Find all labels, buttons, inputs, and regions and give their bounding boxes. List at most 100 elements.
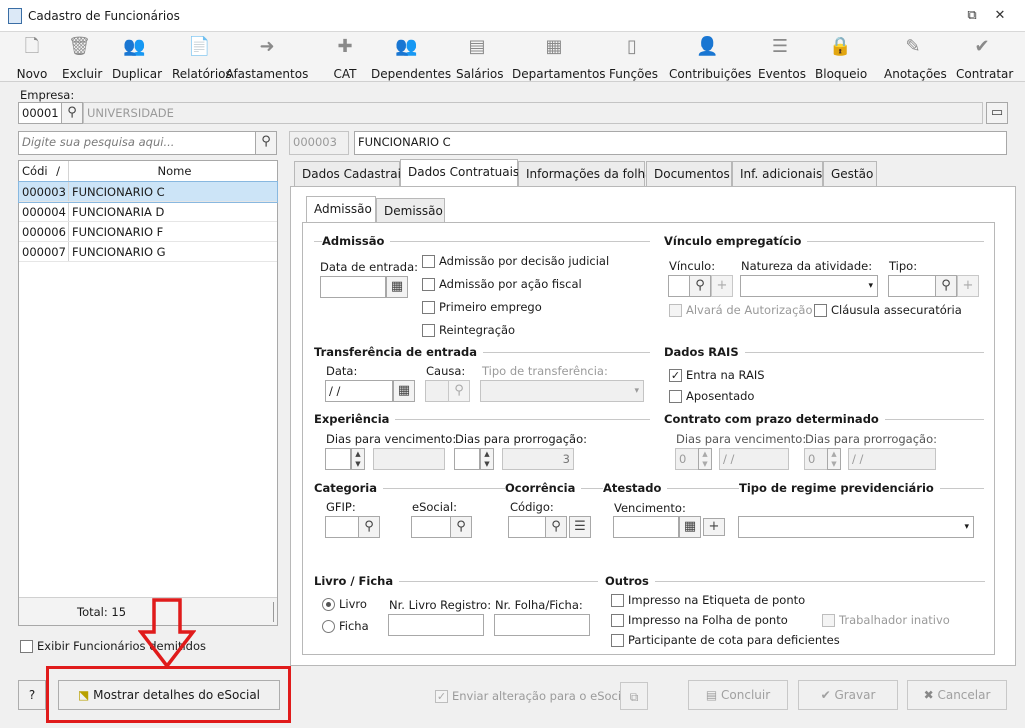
exp-prorr-spin[interactable] [454, 448, 480, 470]
check-icon: ✔ [820, 688, 831, 702]
empresa-code-field[interactable]: 00001 [18, 102, 62, 124]
others-checkbox-label: Participante de cota para deficientes [628, 633, 840, 647]
search-input[interactable]: Digite sua pesquisa aqui... [18, 131, 256, 155]
aposentado-checkbox[interactable]: Aposentado [669, 389, 754, 403]
certificate-expiry-label: Vencimento: [614, 501, 686, 515]
ficha-radio[interactable]: Ficha [322, 619, 369, 633]
transfer-date-calendar-button[interactable]: ▦ [393, 380, 415, 402]
natureza-label: Natureza da atividade: [741, 259, 873, 273]
sheet-number-input[interactable] [494, 614, 590, 636]
toolbar-button-eventos[interactable]: ☰ Eventos [758, 34, 806, 81]
column-header-code[interactable]: Códi / [19, 161, 69, 181]
toolbar-button-bloqueio[interactable]: 🔒 Bloqueio [815, 34, 867, 81]
certificate-expiry-input[interactable] [613, 516, 679, 538]
subtab-demiss-o[interactable]: Demissão [376, 198, 445, 223]
entry-date-calendar-button[interactable]: ▦ [386, 276, 408, 298]
certificate-calendar-button[interactable]: ▦ [679, 516, 701, 538]
tab-documentos[interactable]: Documentos [646, 161, 732, 186]
exp-venc-stepper[interactable]: ▲ ▼ [351, 448, 365, 470]
table-row[interactable]: 000006 FUNCIONARIO F [19, 222, 277, 242]
exp-venc-spin[interactable] [325, 448, 351, 470]
causa-search-button: ⚲ [448, 380, 470, 402]
occurrence-search-button[interactable]: ⚲ [545, 516, 567, 538]
book-number-input[interactable] [388, 614, 484, 636]
certificate-add-button[interactable]: + [703, 518, 725, 536]
checkbox-box [669, 303, 682, 317]
occurrence-list-button[interactable]: ☰ [569, 516, 591, 538]
empresa-search-button[interactable]: ⚲ [61, 102, 83, 124]
toolbar-button-afastamentos[interactable]: ➜ Afastamentos [216, 34, 318, 81]
gfip-search-button[interactable]: ⚲ [358, 516, 380, 538]
checkbox-box [611, 613, 624, 627]
printer-icon: ▤ [705, 688, 718, 702]
tab-informa-es-da-folha[interactable]: Informações da folha [518, 161, 653, 186]
chevron-down-icon: ▾ [634, 386, 639, 396]
tab-dados-cadastrais[interactable]: Dados Cadastrais [294, 161, 407, 186]
search-icon: ⚲ [941, 278, 951, 293]
sheet-number-label: Nr. Folha/Ficha: [495, 598, 583, 612]
toolbar-button-label: Eventos [758, 67, 806, 81]
checkbox-box [611, 633, 624, 647]
toolbar-button-contratar[interactable]: ✔ Contratar [956, 34, 1013, 81]
tipo-search-button[interactable]: ⚲ [935, 275, 957, 297]
search-icon: ⚲ [67, 105, 77, 120]
table-row[interactable]: 000003 FUNCIONARIO C [18, 181, 278, 203]
vinculo-search-button[interactable]: ⚲ [689, 275, 711, 297]
calendar-toggle-button[interactable]: ▭ [986, 102, 1008, 124]
entra-rais-checkbox[interactable]: ✓ Entra na RAIS [669, 368, 765, 382]
contract-venc-stepper: ▲ ▼ [698, 448, 712, 470]
entry-date-input[interactable] [320, 276, 386, 298]
column-header-name[interactable]: Nome [69, 161, 277, 181]
checkbox-box [611, 593, 624, 607]
send-esocial-checkbox: ✓ Enviar alteração para o eSocial [435, 689, 631, 703]
tab-gest-o[interactable]: Gestão [823, 161, 877, 186]
exp-prorr-stepper[interactable]: ▲ ▼ [480, 448, 494, 470]
inactive-worker-label: Trabalhador inativo [839, 613, 950, 627]
add-icon: + [962, 278, 974, 293]
esocial-category-input[interactable] [411, 516, 451, 538]
toolbar-button-departamentos[interactable]: ▦ Departamentos [512, 34, 606, 81]
subtab-admiss-o[interactable]: Admissão [306, 196, 376, 223]
toolbar-button-label: Novo [16, 67, 48, 81]
table-row[interactable]: 000004 FUNCIONARIA D [19, 202, 277, 222]
table-row[interactable]: 000007 FUNCIONARIO G [19, 242, 277, 262]
toolbar-button-fun-es[interactable]: ▯ Funções [609, 34, 659, 81]
admission-checkbox-2[interactable]: Admissão por ação fiscal [422, 277, 582, 291]
toolbar-button-excluir[interactable]: 🗑 Excluir [62, 34, 102, 81]
admission-checkbox-4[interactable]: Reintegração [422, 323, 515, 337]
help-button[interactable]: ? [18, 680, 46, 710]
close-window-button[interactable]: ✕ [992, 8, 1008, 24]
vinculo-input[interactable] [668, 275, 690, 297]
toolbar-button-label: Funções [609, 67, 659, 81]
toolbar-button-label: Dependentes [371, 67, 452, 81]
clausula-checkbox[interactable]: Cláusula assecuratória [814, 303, 962, 317]
gfip-input[interactable] [325, 516, 359, 538]
toolbar-button-duplicar[interactable]: 👥 Duplicar [112, 34, 162, 81]
toolbar-button-novo[interactable]: 🗋 Novo [16, 34, 48, 81]
employee-name-field[interactable]: FUNCIONARIO C [354, 131, 1007, 155]
toolbar-button-cat[interactable]: ✚ CAT [333, 34, 357, 81]
toolbar-button-sal-rios[interactable]: ▤ Salários [456, 34, 504, 81]
others-checkbox-3[interactable]: Participante de cota para deficientes [611, 633, 840, 647]
admission-checkbox-3[interactable]: Primeiro emprego [422, 300, 542, 314]
toolbar-button-contribui-es[interactable]: 👤 Contribuições [669, 34, 751, 81]
toolbar-button-anota-es[interactable]: ✎ Anotações [884, 34, 947, 81]
tipo-input[interactable] [888, 275, 936, 297]
others-checkbox-1[interactable]: Impresso na Etiqueta de ponto [611, 593, 805, 607]
toolbar-button-dependentes[interactable]: 👥 Dependentes [371, 34, 452, 81]
occurrence-code-input[interactable] [508, 516, 546, 538]
panel-icon: ▭ [990, 105, 1004, 120]
esocial-category-search-button[interactable]: ⚲ [450, 516, 472, 538]
tab-dados-contratuais[interactable]: Dados Contratuais [400, 159, 519, 187]
tab-inf-adicionais[interactable]: Inf. adicionais [732, 161, 823, 186]
search-button[interactable]: ⚲ [255, 131, 277, 155]
toolbar-button-label: Afastamentos [225, 67, 309, 81]
natureza-select[interactable]: ▾ [740, 275, 878, 297]
regime-select[interactable]: ▾ [738, 516, 974, 538]
admission-checkbox-1[interactable]: Admissão por decisão judicial [422, 254, 609, 268]
livro-radio[interactable]: Livro [322, 597, 367, 611]
cell-code: 000006 [19, 222, 69, 241]
transfer-date-input[interactable]: / / [325, 380, 393, 402]
restore-window-button[interactable]: ⧉ [964, 8, 980, 24]
others-checkbox-2[interactable]: Impresso na Folha de ponto [611, 613, 788, 627]
